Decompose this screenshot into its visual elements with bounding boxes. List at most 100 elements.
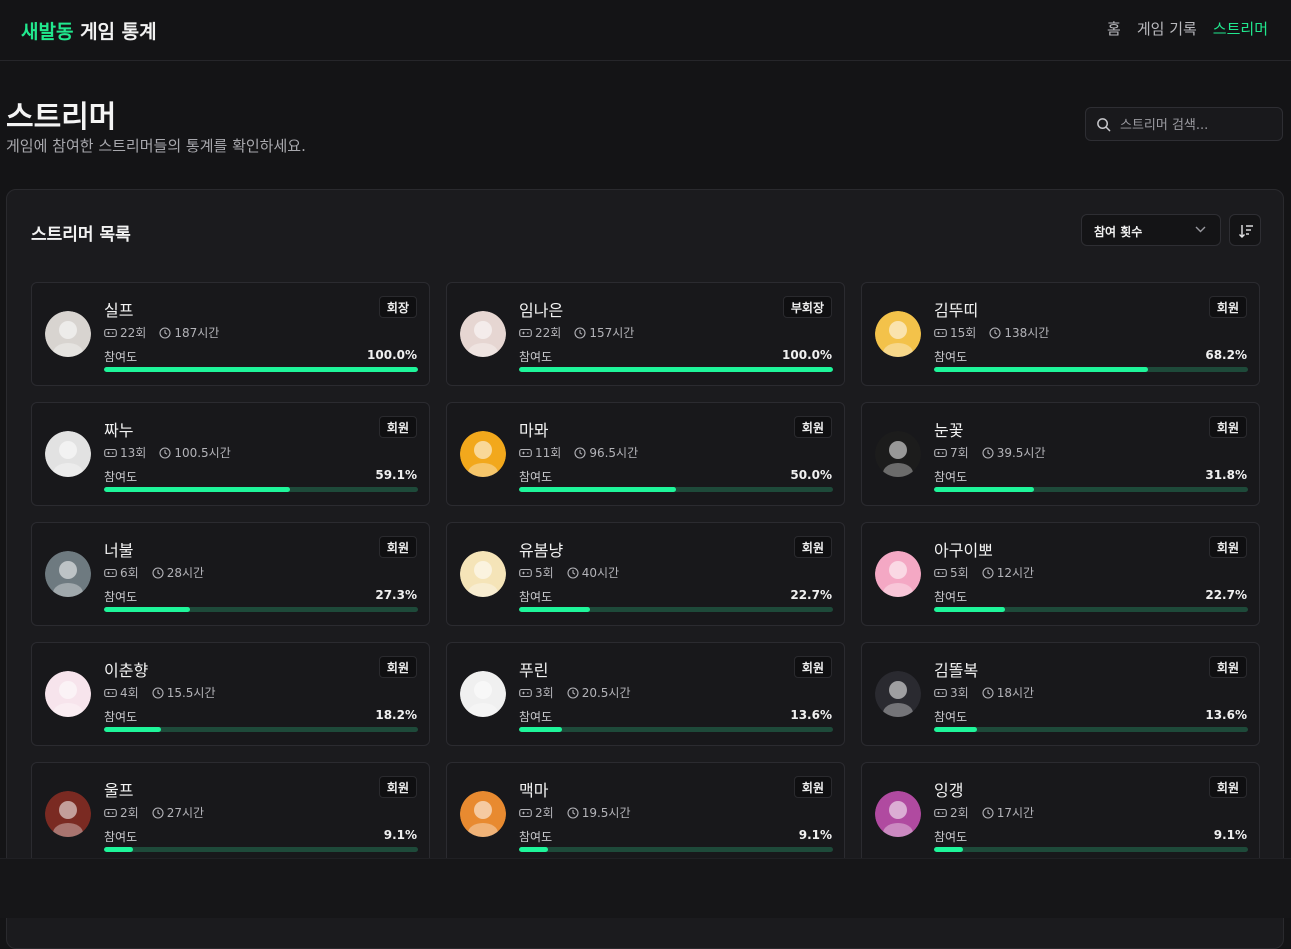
search-box[interactable] [1085,107,1283,141]
games-count: 2회 [535,806,554,820]
participation-label: 참여도 [104,470,138,484]
streamer-meta: 6회 28시간 [104,564,204,581]
role-badge: 회원 [378,416,417,438]
games-count: 22회 [535,326,562,340]
streamer-card[interactable]: 울프 회원 2회 27시간 참여도 9.1% [31,762,430,866]
streamer-name: 임나은 [519,301,564,320]
role-badge: 회장 [378,296,417,318]
participation-label: 참여도 [104,590,138,604]
participation-label: 참여도 [519,350,553,364]
streamer-meta: 2회 27시간 [104,804,204,821]
clock-icon [982,686,994,699]
streamer-card[interactable]: 유봄냥 회원 5회 40시간 참여도 22.7% [446,522,845,626]
participation-value: 13.6% [1205,708,1247,722]
streamer-card[interactable]: 눈꽃 회원 7회 39.5시간 참여도 31.8% [861,402,1260,506]
sort-select[interactable]: 참여 횟수 [1081,214,1221,246]
participation-value: 100.0% [782,348,832,362]
participation-value: 18.2% [375,708,417,722]
participation-bar [519,727,833,732]
streamer-meta: 15회 138시간 [934,324,1049,341]
streamer-card[interactable]: 실프 회장 22회 187시간 참여도 100.0% [31,282,430,386]
streamer-meta: 13회 100.5시간 [104,444,231,461]
streamer-card[interactable]: 마뫄 회원 11회 96.5시간 참여도 50.0% [446,402,845,506]
search-icon [1097,118,1111,132]
streamer-meta: 4회 15.5시간 [104,684,216,701]
avatar [45,311,91,357]
streamer-card[interactable]: 맥마 회원 2회 19.5시간 참여도 9.1% [446,762,845,866]
streamer-name: 마뫄 [519,421,549,440]
play-hours: 18시간 [996,686,1035,700]
participation-bar [104,727,418,732]
gamepad-icon [519,568,532,577]
games-count: 4회 [120,686,139,700]
streamer-name: 짜누 [104,421,134,440]
streamer-card[interactable]: 김뚜띠 회원 15회 138시간 참여도 68.2% [861,282,1260,386]
avatar [460,431,506,477]
bottom-fade [0,858,1291,918]
role-badge: 회원 [378,536,417,558]
avatar [460,551,506,597]
brand-rest: 게임 통계 [80,21,157,43]
streamer-card[interactable]: 이춘향 회원 4회 15.5시간 참여도 18.2% [31,642,430,746]
clock-icon [567,566,579,579]
participation-label: 참여도 [934,830,968,844]
gamepad-icon [519,808,532,817]
avatar [875,431,921,477]
role-badge: 회원 [378,656,417,678]
participation-value: 9.1% [1213,828,1247,842]
avatar [45,671,91,717]
streamer-card[interactable]: 너불 회원 6회 28시간 참여도 27.3% [31,522,430,626]
participation-value: 27.3% [375,588,417,602]
participation-bar [519,847,833,852]
streamer-name: 김뚜띠 [934,301,979,320]
streamer-card[interactable]: 임나은 부회장 22회 157시간 참여도 100.0% [446,282,845,386]
participation-bar [934,367,1248,372]
participation-label: 참여도 [104,350,138,364]
role-badge: 회원 [1208,776,1247,798]
main-nav: 홈 게임 기록 스트리머 [1107,18,1268,39]
nav-home[interactable]: 홈 [1107,18,1121,39]
streamer-card[interactable]: 김똘복 회원 3회 18시간 참여도 13.6% [861,642,1260,746]
clock-icon [159,446,171,459]
play-hours: 39.5시간 [996,446,1046,460]
play-hours: 96.5시간 [589,446,639,460]
participation-bar [934,847,1248,852]
streamer-card[interactable]: 푸린 회원 3회 20.5시간 참여도 13.6% [446,642,845,746]
brand-accent: 새발동 [21,21,74,43]
clock-icon [982,446,994,459]
games-count: 3회 [535,686,554,700]
brand-logo[interactable]: 새발동 게임 통계 [21,17,157,44]
avatar [875,671,921,717]
play-hours: 27시간 [166,806,205,820]
streamer-meta: 3회 18시간 [934,684,1034,701]
streamer-list-panel: 스트리머 목록 참여 횟수 실프 회장 22회 187시간 참여도 100.0% 임나은 부회… [6,189,1284,949]
participation-bar-fill [104,727,162,732]
participation-bar-fill [934,607,1006,612]
streamer-meta: 2회 19.5시간 [519,804,631,821]
avatar [875,791,921,837]
search-input[interactable] [1118,114,1277,136]
nav-streamers[interactable]: 스트리머 [1213,18,1268,39]
participation-bar-fill [519,847,548,852]
top-navbar: 새발동 게임 통계 홈 게임 기록 스트리머 [0,0,1291,61]
games-count: 7회 [950,446,969,460]
streamer-card[interactable]: 잉갱 회원 2회 17시간 참여도 9.1% [861,762,1260,866]
clock-icon [574,446,586,459]
participation-label: 참여도 [934,590,968,604]
sort-order-button[interactable] [1229,214,1261,246]
streamer-card[interactable]: 아구이뽀 회원 5회 12시간 참여도 22.7% [861,522,1260,626]
streamer-card[interactable]: 짜누 회원 13회 100.5시간 참여도 59.1% [31,402,430,506]
streamer-name: 울프 [104,781,134,800]
gamepad-icon [104,808,117,817]
clock-icon [567,806,579,819]
games-count: 2회 [950,806,969,820]
participation-bar [104,607,418,612]
participation-bar-fill [934,727,977,732]
participation-value: 13.6% [790,708,832,722]
participation-bar-fill [934,367,1149,372]
gamepad-icon [934,688,947,697]
participation-bar-fill [519,487,676,492]
nav-game-records[interactable]: 게임 기록 [1137,18,1197,39]
avatar [460,311,506,357]
role-badge: 회원 [793,656,832,678]
